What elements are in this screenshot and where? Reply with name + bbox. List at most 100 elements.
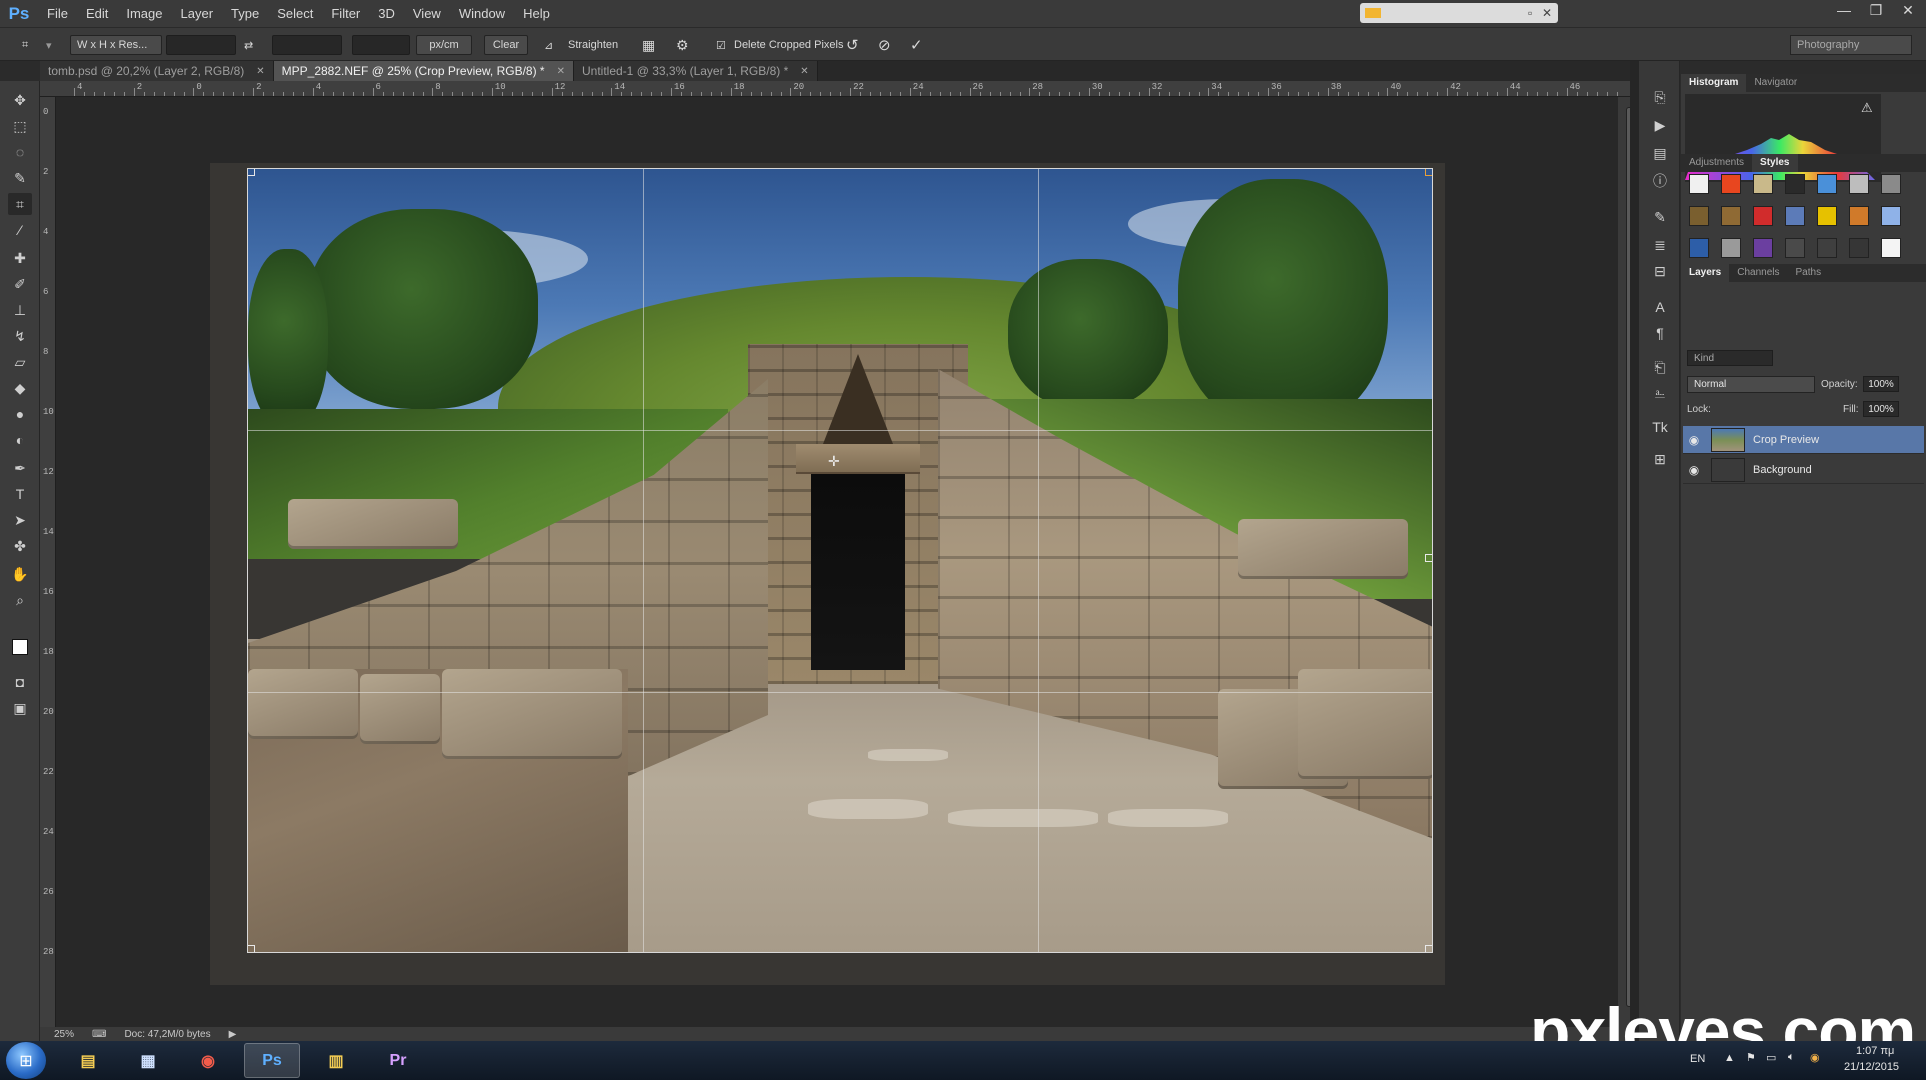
tab-untitled[interactable]: Untitled-1 @ 33,3% (Layer 1, RGB/8) * ✕: [574, 61, 818, 81]
blur-tool-icon[interactable]: ●: [8, 403, 32, 425]
unit-select[interactable]: px/cm: [416, 35, 472, 55]
actions-play-icon[interactable]: ▶: [1649, 115, 1671, 135]
history-icon[interactable]: ⎘: [1649, 87, 1671, 107]
info-icon[interactable]: ⓘ: [1649, 171, 1671, 191]
style-swatch[interactable]: [1753, 238, 1773, 258]
taskbar-explorer[interactable]: ▤: [60, 1043, 116, 1078]
update-icon[interactable]: ◉: [1810, 1051, 1820, 1064]
tab-mpp2882[interactable]: MPP_2882.NEF @ 25% (Crop Preview, RGB/8)…: [273, 61, 574, 81]
style-swatch[interactable]: [1849, 206, 1869, 226]
paint-bucket-tool-icon[interactable]: ◆: [8, 377, 32, 399]
restore-icon[interactable]: ▫: [1528, 6, 1532, 20]
zoom-tool-icon[interactable]: ⌕: [8, 589, 32, 611]
path-select-tool-icon[interactable]: ➤: [8, 509, 32, 531]
status-options-icon[interactable]: ⌨: [92, 1029, 106, 1040]
style-swatch[interactable]: [1817, 206, 1837, 226]
swap-icon[interactable]: ⇄: [244, 35, 262, 55]
style-swatch[interactable]: [1785, 174, 1805, 194]
style-swatch[interactable]: [1881, 238, 1901, 258]
warning-icon[interactable]: ⚠: [1861, 100, 1873, 116]
commit-icon[interactable]: ✓: [910, 35, 932, 55]
menu-filter[interactable]: Filter: [322, 0, 369, 27]
menu-layer[interactable]: Layer: [172, 0, 223, 27]
style-swatch[interactable]: [1881, 174, 1901, 194]
style-swatch[interactable]: [1785, 238, 1805, 258]
layer-name[interactable]: Background: [1753, 464, 1812, 476]
menu-file[interactable]: File: [38, 0, 77, 27]
style-swatch[interactable]: [1849, 238, 1869, 258]
style-swatch[interactable]: [1721, 238, 1741, 258]
minimize-button[interactable]: —: [1834, 0, 1854, 20]
tab-navigator[interactable]: Navigator: [1746, 74, 1805, 92]
tray-arrow-icon[interactable]: ▲: [1724, 1052, 1735, 1064]
style-swatch[interactable]: [1817, 238, 1837, 258]
tk-plugin-icon[interactable]: Tk: [1649, 417, 1671, 437]
paragraph-styles-icon[interactable]: ⎁: [1649, 383, 1671, 403]
clone-source-icon[interactable]: ⊟: [1649, 261, 1671, 281]
crop-center-icon[interactable]: ✛: [828, 453, 840, 470]
move-tool-icon[interactable]: ✥: [8, 89, 32, 111]
style-swatch[interactable]: [1785, 206, 1805, 226]
clock-date[interactable]: 21/12/2015: [1844, 1061, 1899, 1073]
close-icon[interactable]: ✕: [256, 66, 264, 77]
taskbar-file-explorer[interactable]: ▥: [308, 1043, 364, 1078]
character-styles-icon[interactable]: ⎗: [1649, 357, 1671, 377]
brush-presets-icon[interactable]: ✎: [1649, 207, 1671, 227]
network-icon[interactable]: ▭: [1766, 1051, 1776, 1064]
chevron-down-icon[interactable]: ▾: [46, 35, 56, 55]
quick-select-tool-icon[interactable]: ✎: [8, 167, 32, 189]
marquee-tool-icon[interactable]: ⬚: [8, 115, 32, 137]
menu-type[interactable]: Type: [222, 0, 268, 27]
reset-icon[interactable]: ↺: [846, 35, 868, 55]
tab-layers[interactable]: Layers: [1681, 264, 1730, 282]
crop-handle[interactable]: [1425, 169, 1432, 176]
menu-window[interactable]: Window: [450, 0, 514, 27]
style-swatch[interactable]: [1721, 206, 1741, 226]
layer-name[interactable]: Crop Preview: [1753, 434, 1819, 446]
brush-tool-icon[interactable]: ✐: [8, 273, 32, 295]
crop-handle[interactable]: [248, 169, 255, 176]
width-input[interactable]: [166, 35, 236, 55]
eraser-tool-icon[interactable]: ▱: [8, 351, 32, 373]
properties-icon[interactable]: ▤: [1649, 143, 1671, 163]
brush-settings-icon[interactable]: ≣: [1649, 235, 1671, 255]
taskbar-calculator[interactable]: ▦: [120, 1043, 176, 1078]
lasso-tool-icon[interactable]: ◌: [8, 141, 32, 163]
style-swatch[interactable]: [1689, 174, 1709, 194]
crop-handle[interactable]: [248, 945, 255, 952]
hand-tool-icon[interactable]: ✋: [8, 563, 32, 585]
taskbar-premiere[interactable]: Pr: [370, 1043, 426, 1078]
volume-icon[interactable]: 🔈︎: [1788, 1051, 1795, 1064]
style-swatch[interactable]: [1753, 206, 1773, 226]
tab-tomb[interactable]: tomb.psd @ 20,2% (Layer 2, RGB/8) ✕: [40, 61, 274, 81]
crop-handle[interactable]: [1425, 945, 1432, 952]
layer-crop-preview[interactable]: ◉ Crop Preview: [1683, 426, 1924, 454]
style-swatch[interactable]: [1689, 206, 1709, 226]
overlay-grid-icon[interactable]: ▦: [642, 35, 662, 55]
flag-icon[interactable]: ⚑: [1746, 1051, 1756, 1064]
height-input[interactable]: [272, 35, 342, 55]
layer-background[interactable]: ◉ Background: [1683, 456, 1924, 484]
crop-handle[interactable]: [1425, 554, 1432, 562]
healing-brush-tool-icon[interactable]: ✚: [8, 247, 32, 269]
paragraph-icon[interactable]: ¶: [1649, 323, 1671, 343]
tab-histogram[interactable]: Histogram: [1681, 74, 1747, 92]
tab-channels[interactable]: Channels: [1729, 264, 1787, 282]
fill-input[interactable]: 100%: [1863, 401, 1899, 417]
dodge-tool-icon[interactable]: ◐: [8, 429, 32, 451]
tab-paths[interactable]: Paths: [1788, 264, 1830, 282]
taskbar-chrome[interactable]: ◉: [180, 1043, 236, 1078]
crop-tool-preset-icon[interactable]: ⌗: [22, 35, 44, 55]
zoom-level[interactable]: 25%: [54, 1029, 74, 1040]
menu-edit[interactable]: Edit: [77, 0, 117, 27]
straighten-button[interactable]: Straighten: [568, 35, 618, 55]
document-image[interactable]: ✛: [247, 168, 1433, 953]
style-swatch[interactable]: [1721, 174, 1741, 194]
quick-mask-icon[interactable]: ◘: [8, 671, 32, 693]
style-swatch[interactable]: [1881, 206, 1901, 226]
close-icon[interactable]: ✕: [800, 66, 808, 77]
menu-view[interactable]: View: [404, 0, 450, 27]
clock-time[interactable]: 1:07 πμ: [1856, 1045, 1894, 1057]
blend-mode-select[interactable]: Normal: [1687, 376, 1815, 393]
character-icon[interactable]: A: [1649, 297, 1671, 317]
